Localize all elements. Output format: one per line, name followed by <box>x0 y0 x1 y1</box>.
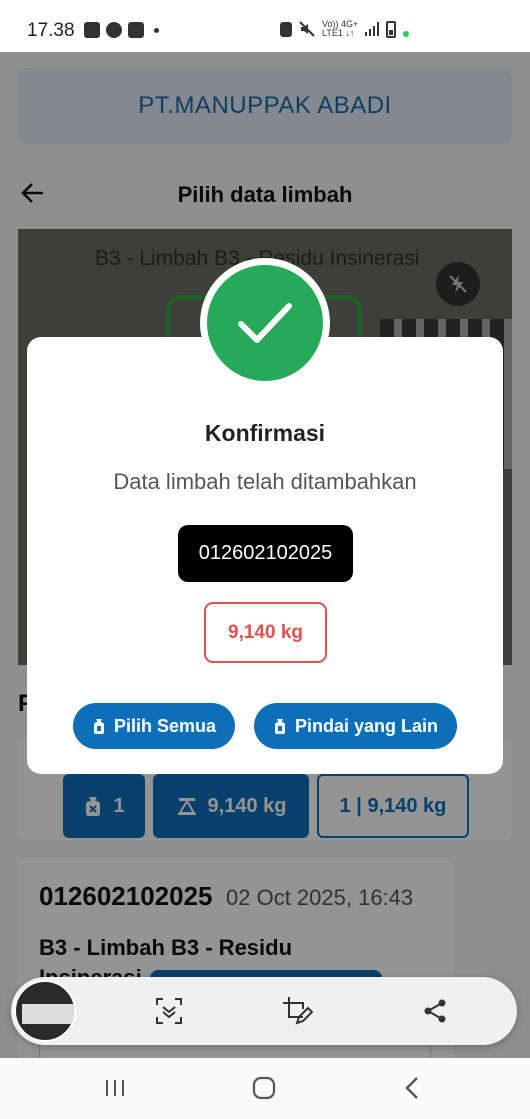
network-bottom-label: LTE1 ↓↑ <box>322 28 355 38</box>
check-icon <box>238 303 292 343</box>
back-button[interactable] <box>392 1072 432 1104</box>
screenshot-thumbnail[interactable] <box>14 980 76 1042</box>
crop-edit-icon <box>283 997 313 1025</box>
success-circle <box>207 265 323 381</box>
dialog-title: Konfirmasi <box>204 420 326 446</box>
waste-code-badge: 012602102025 <box>178 525 353 582</box>
status-time: 17.38 <box>27 20 75 41</box>
dialog-message: Data limbah telah ditambahkan <box>113 469 417 494</box>
share-icon <box>424 999 446 1023</box>
waste-weight-badge: 9,140 kg <box>204 602 327 663</box>
system-icons: Vo)) 4G+ LTE1 ↓↑ <box>280 20 410 38</box>
battery-saver-icon <box>280 21 292 37</box>
select-all-label: Pilih Semua <box>113 715 217 736</box>
share-button[interactable] <box>419 995 451 1027</box>
scan-other-button[interactable]: Pindai yang Lain <box>254 703 457 749</box>
edit-screenshot-button[interactable] <box>281 995 313 1027</box>
teams-icon <box>128 22 144 38</box>
select-all-button[interactable]: Pilih Semua <box>73 703 235 749</box>
privacy-indicator-dot <box>403 31 410 37</box>
home-icon <box>252 1076 276 1100</box>
network-indicator: Vo)) 4G+ LTE1 ↓↑ <box>322 20 358 38</box>
status-bar: 17.38 Vo)) 4G+ LTE1 ↓↑ <box>0 0 530 52</box>
recents-button[interactable] <box>95 1072 135 1104</box>
gallery-icon <box>84 22 100 38</box>
mute-icon <box>299 21 315 37</box>
notification-icons <box>84 22 159 38</box>
battery-icon <box>386 20 397 38</box>
back-chevron-icon <box>405 1077 418 1099</box>
waste-bag-icon <box>274 718 285 734</box>
dot-icon <box>154 27 159 33</box>
confirmation-dialog: Konfirmasi Data limbah telah ditambahkan… <box>27 337 503 774</box>
signal-icon <box>365 22 380 36</box>
recents-icon <box>106 1080 124 1096</box>
waste-bag-icon <box>93 718 104 734</box>
screenshot-toolbar <box>11 977 517 1045</box>
scroll-capture-button[interactable] <box>153 995 185 1027</box>
scroll-capture-icon <box>156 998 182 1024</box>
system-nav-bar <box>0 1058 530 1119</box>
home-button[interactable] <box>244 1072 284 1104</box>
scan-other-label: Pindai yang Lain <box>294 715 439 736</box>
whatsapp-icon <box>106 22 122 38</box>
success-badge <box>200 258 330 388</box>
